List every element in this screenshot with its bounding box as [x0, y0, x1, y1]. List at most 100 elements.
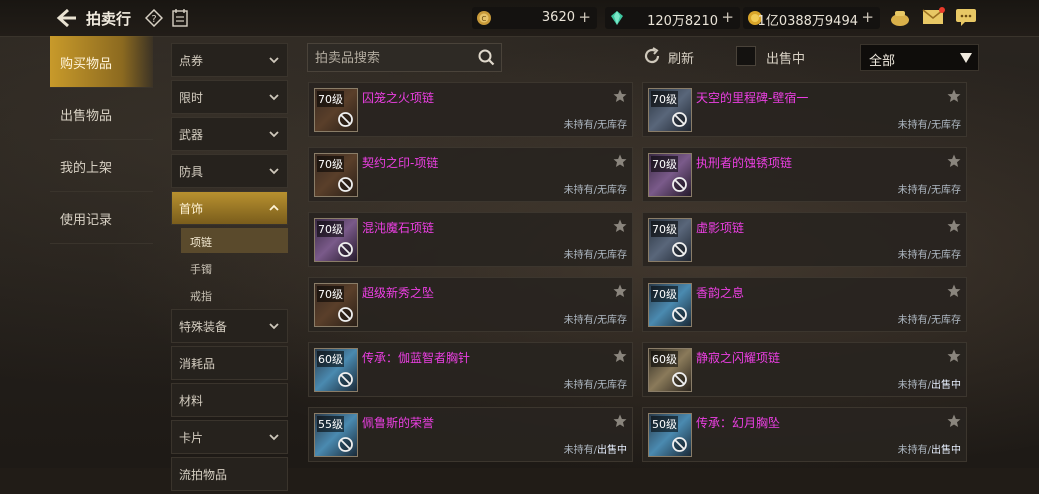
- unavailable-icon: [672, 372, 687, 387]
- item-own-status: 未持有: [897, 185, 928, 196]
- item-level: 70级: [651, 286, 678, 302]
- category-item[interactable]: 材料: [171, 383, 288, 417]
- item-stock-status: 无库存: [931, 250, 961, 261]
- item-name: 囚笼之火项链: [362, 91, 435, 105]
- item-card[interactable]: 70级 执刑者的蚀锈项链 未持有/无库存: [642, 147, 967, 202]
- item-card[interactable]: 70级 虚影项链 未持有/无库存: [642, 212, 967, 267]
- nav-sell[interactable]: 出售物品: [50, 88, 153, 140]
- nav-sell-label: 出售物品: [60, 109, 113, 124]
- subcategory-bracelet[interactable]: 手镯: [181, 255, 288, 280]
- svg-text:?: ?: [151, 14, 156, 25]
- subcategory-necklace[interactable]: 项链: [181, 228, 288, 253]
- mail-icon[interactable]: [921, 6, 945, 28]
- star-icon[interactable]: [947, 89, 961, 103]
- star-icon[interactable]: [947, 349, 961, 363]
- item-level: 70级: [651, 221, 678, 237]
- item-name: 虚影项链: [696, 221, 745, 235]
- unavailable-icon: [672, 242, 687, 257]
- category-item[interactable]: 防具: [171, 154, 288, 188]
- unavailable-icon: [338, 242, 353, 257]
- item-card[interactable]: 70级 契约之印-项链 未持有/无库存: [308, 147, 633, 202]
- star-icon[interactable]: [947, 154, 961, 168]
- category-item[interactable]: 特殊装备: [171, 309, 288, 343]
- currency-coin-value: 1亿0388万9494: [757, 14, 858, 29]
- nav-my-listings[interactable]: 我的上架: [50, 140, 153, 192]
- category-item[interactable]: 流拍物品: [171, 457, 288, 491]
- star-icon[interactable]: [613, 154, 627, 168]
- item-card[interactable]: 70级 囚笼之火项链未持有/无库存: [308, 82, 633, 137]
- item-thumbnail: 70级: [648, 88, 692, 132]
- item-stock-status: 无库存: [597, 380, 627, 391]
- nav-my-listings-label: 我的上架: [60, 161, 113, 176]
- unavailable-icon: [338, 437, 353, 452]
- category-label: 流拍物品: [179, 468, 228, 482]
- category-item-accessories[interactable]: 首饰: [171, 191, 288, 225]
- star-icon[interactable]: [613, 349, 627, 363]
- filter-dropdown[interactable]: 全部: [860, 44, 979, 71]
- nav-buy-label: 购买物品: [60, 57, 113, 72]
- bag-icon[interactable]: [889, 6, 911, 28]
- category-label: 首饰: [179, 202, 204, 216]
- item-card[interactable]: 70级 天空的里程碑-壁宿一 未持有/无库存: [642, 82, 967, 137]
- star-icon[interactable]: [613, 89, 627, 103]
- search-input[interactable]: [313, 48, 477, 68]
- item-card[interactable]: 70级 超级新秀之坠未持有/无库存: [308, 277, 633, 332]
- currency-gold-add[interactable]: +: [578, 8, 591, 26]
- item-status: 未持有/无库存: [564, 116, 627, 131]
- item-level: 70级: [317, 156, 344, 172]
- star-icon[interactable]: [613, 414, 627, 428]
- item-status: 未持有/无库存: [898, 311, 961, 326]
- star-icon[interactable]: [947, 284, 961, 298]
- subcategory-label: 戒指: [190, 290, 212, 303]
- unavailable-icon: [672, 177, 687, 192]
- unavailable-icon: [338, 372, 353, 387]
- back-arrow-icon[interactable]: [56, 7, 78, 29]
- refresh-button[interactable]: 刷新: [668, 48, 694, 67]
- unavailable-icon: [672, 112, 687, 127]
- item-thumbnail: 70级: [314, 88, 358, 132]
- item-level: 70级: [317, 91, 344, 107]
- item-card[interactable]: 70级 混沌魔石项链 未持有/无库存: [308, 212, 633, 267]
- item-own-status: 未持有: [563, 185, 594, 196]
- category-item[interactable]: 消耗品: [171, 346, 288, 380]
- triangle-down-icon: [960, 53, 972, 63]
- currency-coin-add[interactable]: +: [861, 8, 874, 26]
- category-item[interactable]: 卡片: [171, 420, 288, 454]
- on-sale-checkbox[interactable]: [736, 46, 756, 66]
- nav-buy[interactable]: 购买物品: [50, 36, 153, 88]
- item-name: 超级新秀之坠: [362, 286, 435, 300]
- item-card[interactable]: 60级 传承：伽蓝智者胸针 未持有/无库存: [308, 342, 633, 397]
- item-card[interactable]: 70级 香韵之息 未持有/无库存: [642, 277, 967, 332]
- subcategory-ring[interactable]: 戒指: [181, 282, 288, 307]
- star-icon[interactable]: [947, 414, 961, 428]
- category-label: 武器: [179, 128, 204, 142]
- category-item[interactable]: 点券: [171, 43, 288, 77]
- item-card[interactable]: 60级 静寂之闪耀项链 未持有/出售中: [642, 342, 967, 397]
- item-thumbnail: 70级: [314, 283, 358, 327]
- chevron-down-icon: [269, 94, 279, 101]
- category-item[interactable]: 限时: [171, 80, 288, 114]
- category-item[interactable]: 武器: [171, 117, 288, 151]
- star-icon[interactable]: [613, 219, 627, 233]
- item-level: 60级: [651, 351, 678, 367]
- item-card[interactable]: 50级 传承：幻月胸坠 未持有/出售中: [642, 407, 967, 462]
- calendar-icon[interactable]: [172, 8, 188, 27]
- star-icon[interactable]: [613, 284, 627, 298]
- item-thumbnail: 70级: [314, 153, 358, 197]
- nav-history-label: 使用记录: [60, 213, 113, 228]
- chevron-down-icon: [269, 323, 279, 330]
- refresh-icon[interactable]: [642, 46, 662, 66]
- item-card[interactable]: 55级 佩鲁斯的荣誉 未持有/出售中: [308, 407, 633, 462]
- item-status: 未持有/无库存: [564, 311, 627, 326]
- unavailable-icon: [338, 112, 353, 127]
- category-label: 限时: [179, 91, 204, 105]
- currency-gold-value: 3620: [541, 10, 575, 25]
- star-icon[interactable]: [947, 219, 961, 233]
- currency-gem-add[interactable]: +: [721, 8, 734, 26]
- search-icon[interactable]: [478, 49, 495, 66]
- unavailable-icon: [338, 177, 353, 192]
- subcategory-label: 手镯: [190, 263, 212, 276]
- chat-icon[interactable]: [954, 6, 978, 28]
- help-icon[interactable]: ?: [145, 9, 163, 27]
- nav-history[interactable]: 使用记录: [50, 192, 153, 244]
